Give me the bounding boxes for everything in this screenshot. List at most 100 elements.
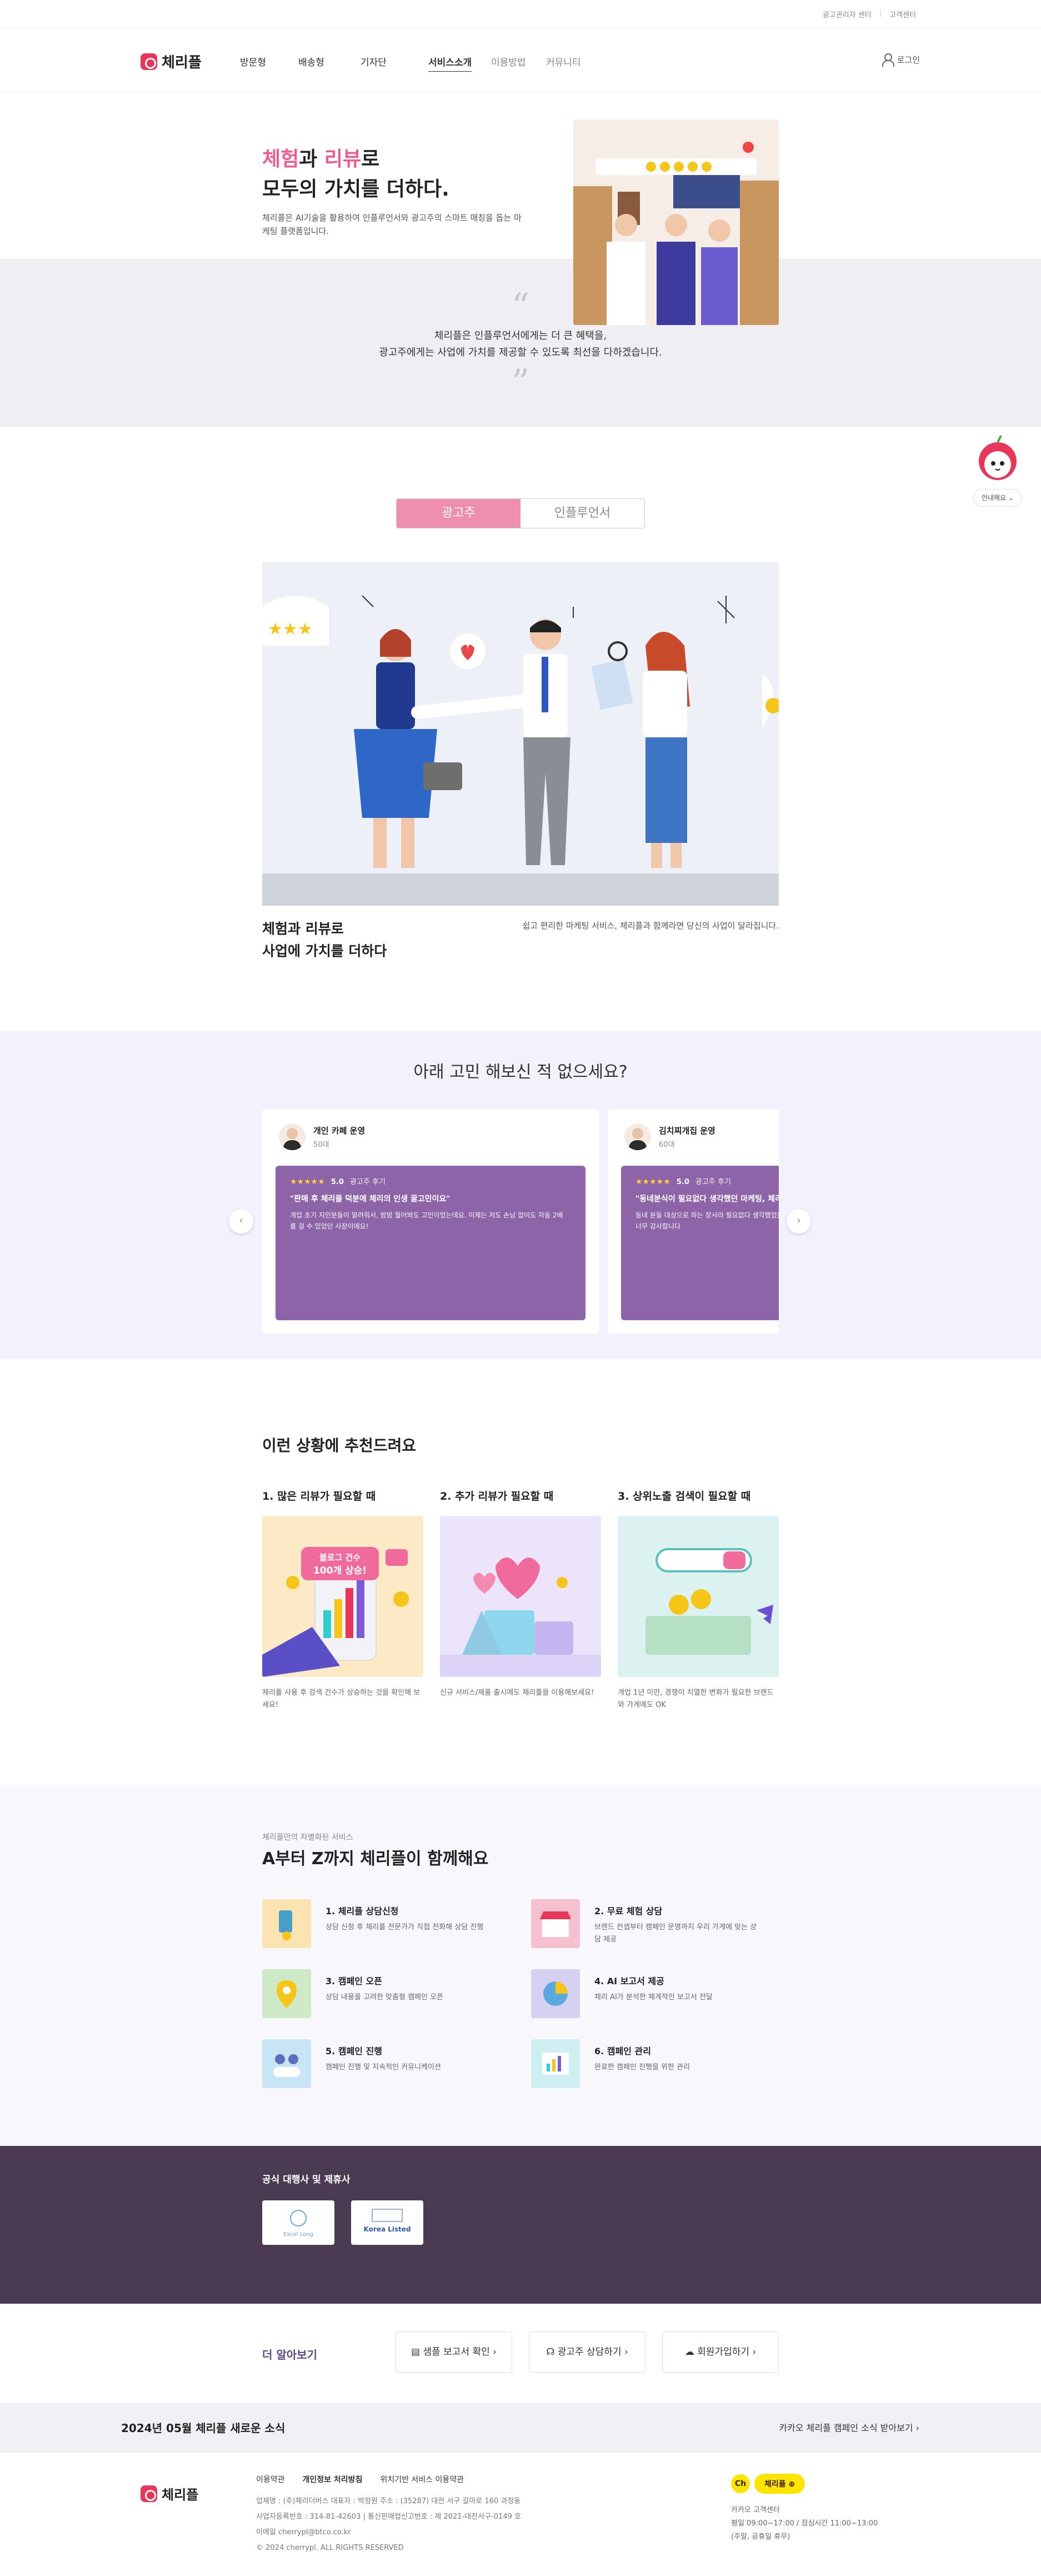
nav-visit[interactable]: 방문형 bbox=[240, 54, 298, 68]
atoz-item: 4. AI 보고서 제공 체리 AI가 분석한 체계적인 보고서 전달 bbox=[531, 1969, 753, 2019]
logo-icon bbox=[141, 53, 157, 70]
atoz-item-title: 5. 캠페인 진행 bbox=[326, 2046, 382, 2056]
nav-how-to-use[interactable]: 이용방법 bbox=[491, 54, 546, 68]
partner-logo-text: Excel Long bbox=[283, 2231, 313, 2238]
atoz-item: 3. 캠페인 오픈 상담 내용을 고려한 맞춤형 캠페인 오픈 bbox=[262, 1969, 484, 2019]
review-quote: "동네분식이 필요없다 생각했던 마케팅, 체리플" bbox=[635, 1195, 779, 1204]
hero-description: 체리플은 AI기술을 활용하여 인플루언서와 광고주의 스마트 매칭을 돕는 마… bbox=[262, 213, 522, 236]
company-info-line: 이메일 cherrypl@btco.co.kr bbox=[256, 2528, 351, 2537]
recommend-card-desc: 신규 서비스/제품 출시에도 체리플을 이용해보세요! bbox=[440, 1689, 594, 1697]
advertiser-illustration: ★★★ bbox=[262, 562, 779, 906]
hero-quote-line2: 광고주에게는 사업에 가치를 제공할 수 있도록 최선을 다하겠습니다. bbox=[379, 347, 662, 358]
news-headline[interactable]: 2024년 05월 체리플 새로운 소식 bbox=[121, 2419, 285, 2435]
divider: | bbox=[879, 9, 882, 17]
svg-text:★★★: ★★★ bbox=[268, 620, 313, 639]
atoz-item-desc: 상담 신청 후 체리플 전문가가 직접 전화해 상담 진행 bbox=[326, 1923, 484, 1931]
atoz-item-title: 4. AI 보고서 제공 bbox=[594, 1976, 664, 1986]
location-terms-link[interactable]: 위치기반 서비스 이용약관 bbox=[380, 2474, 464, 2485]
hero-title-highlight-1: 체험 bbox=[262, 148, 299, 171]
kakao-channel-button[interactable]: Ch 체리플 ⊕ bbox=[731, 2474, 805, 2494]
nav-delivery[interactable]: 배송형 bbox=[298, 54, 361, 68]
search-money-illustration bbox=[618, 1516, 779, 1677]
reviewer-age: 60대 bbox=[659, 1141, 675, 1149]
privacy-link[interactable]: 개인정보 처리방침 bbox=[303, 2474, 363, 2485]
more-title: 더 알아보기 bbox=[262, 2348, 317, 2362]
star-rating-icon: ★★★★★ bbox=[635, 1177, 670, 1186]
hero-quote-line1: 체리플은 인플루언서에게는 더 큰 혜택을, bbox=[434, 330, 607, 342]
reviewer-age: 50대 bbox=[313, 1141, 329, 1149]
ad-manager-link[interactable]: 광고관리자 센터 bbox=[823, 9, 872, 19]
logo-text: 체리플 bbox=[162, 54, 202, 71]
atoz-item-title: 1. 체리플 상담신청 bbox=[326, 1906, 399, 1916]
advertiser-title-line2: 사업에 가치를 더하다 bbox=[262, 943, 387, 959]
nav-reporter[interactable]: 기자단 bbox=[361, 54, 428, 68]
avatar bbox=[279, 1124, 306, 1150]
atoz-item: 5. 캠페인 진행 캠페인 진행 및 지속적인 커뮤니케이션 bbox=[262, 2039, 484, 2089]
atoz-item-desc: 완료한 캠페인 진행을 위한 관리 bbox=[594, 2063, 690, 2071]
atoz-kicker: 체리플만의 차별화된 서비스 bbox=[262, 1833, 353, 1842]
nav-community[interactable]: 커뮤니티 bbox=[546, 54, 596, 68]
cs-line: 카카오 고객센터 bbox=[731, 2506, 780, 2514]
nav-service-intro[interactable]: 서비스소개 bbox=[428, 54, 491, 68]
prev-arrow-icon[interactable]: ‹ bbox=[229, 1209, 253, 1234]
kakao-subscribe-link[interactable]: 카카오 체리플 캠페인 소식 받아보기 › bbox=[761, 2420, 919, 2434]
atoz-item-desc: 캠페인 진행 및 지속적인 커뮤니케이션 bbox=[326, 2063, 441, 2071]
tab-influencer[interactable]: 인플루언서 bbox=[520, 499, 644, 528]
company-info-line: 사업자등록번호 : 314-81-42603 | 통신판매업신고번호 : 제 2… bbox=[256, 2513, 521, 2521]
floating-guide[interactable]: 안내해요 ⌄ bbox=[971, 432, 1024, 510]
consult-label: 광고주 상담하기 › bbox=[557, 2347, 628, 2358]
atoz-section bbox=[0, 1785, 1041, 2146]
copyright: © 2024 cherrypl. ALL RIGHTS RESERVED bbox=[256, 2544, 404, 2552]
recommend-card-desc: 개업 1년 미만, 경쟁이 치열한 변화가 필요한 브랜드와 가게에도 OK bbox=[618, 1689, 774, 1709]
audience-tabs: 광고주 인플루언서 bbox=[396, 498, 645, 528]
reviewer-name: 김치찌개집 운영 bbox=[659, 1126, 715, 1136]
partner-logo[interactable]: Korea Listed bbox=[351, 2200, 423, 2245]
kakao-channel-icon: Ch bbox=[731, 2474, 750, 2493]
review-box: ★★★★★ 5.0 광고주 후기 "판매 후 체리플 덕분에 체리의 인생 꿀고… bbox=[276, 1166, 585, 1320]
atoz-item: 1. 체리플 상담신청 상담 신청 후 체리플 전문가가 직접 전화해 상담 진… bbox=[262, 1899, 484, 1949]
open-quote-icon: “ bbox=[511, 286, 530, 327]
hero-title: 체험과 리뷰로 모두의 가치를 더하다. bbox=[262, 144, 449, 204]
gift-hearts-illustration bbox=[440, 1516, 601, 1677]
cs-line: 평일 09:00~17:00 / 점심시간 11:00~13:00 bbox=[731, 2519, 878, 2528]
atoz-item-desc: 브랜드 컨셉부터 캠페인 운영까지 우리 가게에 맞는 상담 제공 bbox=[594, 1923, 757, 1944]
atoz-title: A부터 Z까지 체리플이 함께해요 bbox=[262, 1849, 489, 1869]
guide-button[interactable]: 안내해요 ⌄ bbox=[973, 489, 1022, 507]
partners-title: 공식 대행사 및 제휴사 bbox=[262, 2174, 351, 2185]
review-quote: "판매 후 체리플 덕분에 체리의 인생 꿀고민이요" bbox=[290, 1195, 451, 1204]
atoz-item: 6. 캠페인 관리 완료한 캠페인 진행을 위한 관리 bbox=[531, 2039, 753, 2089]
pie-chart-icon bbox=[531, 1969, 580, 2018]
partner-logo[interactable]: Excel Long bbox=[262, 2200, 334, 2245]
review-body: 동네 분들 대상으로 하는 장사라 필요없다 생각했었는데 이 덕분에 와 각 … bbox=[635, 1211, 779, 1230]
review-score: 5.0 bbox=[676, 1178, 689, 1186]
review-card[interactable]: 김치찌개집 운영 60대 ★★★★★ 5.0 광고주 후기 "동네분식이 필요없… bbox=[608, 1109, 779, 1334]
next-arrow-icon[interactable]: › bbox=[787, 1209, 811, 1234]
review-label: 광고주 후기 bbox=[695, 1178, 731, 1186]
utility-bar: 광고관리자 센터 | 고객센터 bbox=[0, 0, 1041, 29]
recommend-card-2: 2. 추가 리뷰가 필요할 때 신규 서비스/제품 출시에도 체리플을 이용해보… bbox=[440, 1488, 601, 1699]
logo[interactable]: 체리플 bbox=[141, 51, 202, 72]
location-pin-icon bbox=[262, 1969, 311, 2018]
recommend-card-title: 1. 많은 리뷰가 필요할 때 bbox=[262, 1490, 376, 1502]
cs-line: (주말, 공휴일 휴무) bbox=[731, 2533, 790, 2541]
reviews-growth-illustration: 블로그 건수 100개 상승! bbox=[262, 1516, 423, 1677]
guide-label: 안내해요 bbox=[981, 494, 1007, 502]
atoz-item-title: 2. 무료 체험 상담 bbox=[594, 1906, 663, 1916]
sample-report-button[interactable]: ▤ 샘플 보고서 확인 › bbox=[396, 2332, 512, 2373]
footer-logo[interactable]: 체리플 bbox=[141, 2484, 198, 2503]
review-carousel: 개인 카페 운영 50대 ★★★★★ 5.0 광고주 후기 "판매 후 체리플 … bbox=[262, 1109, 779, 1334]
consult-icon bbox=[262, 1899, 311, 1948]
signup-button[interactable]: ☁ 회원가입하기 › bbox=[662, 2332, 779, 2373]
tab-advertiser[interactable]: 광고주 bbox=[397, 499, 520, 528]
customer-center-link[interactable]: 고객센터 bbox=[889, 9, 916, 19]
hero-title-line2: 모두의 가치를 더하다. bbox=[262, 178, 449, 201]
customer-service-info: 카카오 고객센터 평일 09:00~17:00 / 점심시간 11:00~13:… bbox=[731, 2504, 878, 2544]
consult-button[interactable]: ☊ 광고주 상담하기 › bbox=[529, 2332, 645, 2373]
advertiser-title: 체험과 리뷰로 사업에 가치를 더하다 bbox=[262, 918, 387, 962]
advertiser-description: 쉽고 편리한 마케팅 서비스, 체리플과 함께라면 당신의 사업이 달라집니다. bbox=[522, 921, 779, 931]
terms-link[interactable]: 이용약관 bbox=[256, 2474, 285, 2485]
login-button[interactable]: 로그인 bbox=[882, 53, 920, 67]
dashboard-icon bbox=[531, 2039, 580, 2088]
review-card[interactable]: 개인 카페 운영 50대 ★★★★★ 5.0 광고주 후기 "판매 후 체리플 … bbox=[262, 1109, 599, 1334]
store-icon bbox=[531, 1899, 580, 1948]
